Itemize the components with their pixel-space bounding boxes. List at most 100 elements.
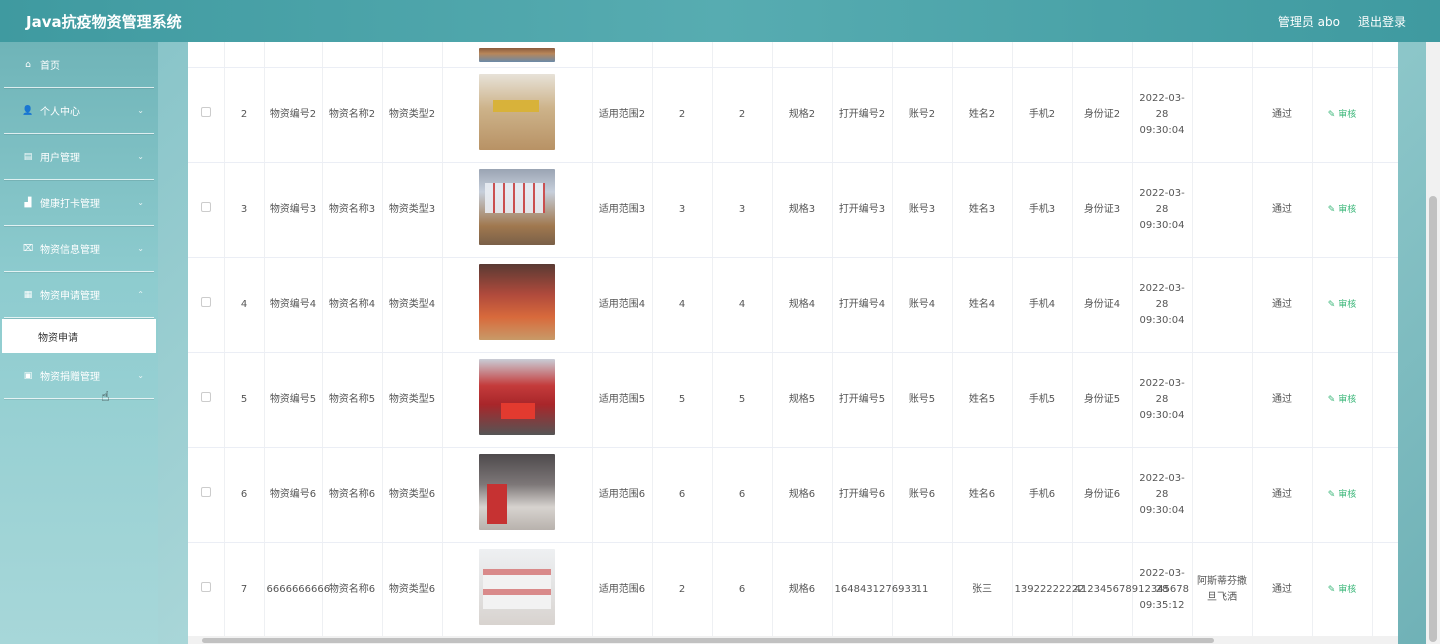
table-row: 6 物资编号6 物资名称6 物资类型6 适用范围6 6 6 规格6 打开编号6 … <box>188 447 1398 543</box>
cell-id-card: 身份证5 <box>1071 352 1132 448</box>
cell-supply-code: 物资编号4 <box>263 257 322 353</box>
cell-package-code: 打开编号4 <box>831 257 892 353</box>
cell-index: 5 <box>223 352 264 448</box>
cell-apply-time: 2022-03-28 09:30:04 <box>1131 352 1192 448</box>
cell-spec: 规格4 <box>771 257 832 353</box>
chevron-up-icon: ⌃ <box>137 290 144 299</box>
row-checkbox[interactable] <box>200 106 211 117</box>
cell-phone: 手机4 <box>1011 257 1072 353</box>
document-icon: ▤ <box>23 151 33 162</box>
cell-account: 账号6 <box>891 447 952 543</box>
row-checkbox[interactable] <box>200 391 211 402</box>
chevron-down-icon: ⌄ <box>137 244 144 253</box>
sidebar-item-user-management[interactable]: ▤ 用户管理 ⌄ <box>4 134 154 180</box>
vertical-scrollbar[interactable] <box>1426 42 1440 644</box>
cell-spec: 规格5 <box>771 352 832 448</box>
sidebar-item-label: 首页 <box>40 61 60 72</box>
hand-cursor-icon: ☝ <box>101 389 110 405</box>
horizontal-scrollbar[interactable] <box>188 636 1398 644</box>
cell-spec: 规格6 <box>771 542 832 639</box>
sidebar-item-supply-apply[interactable]: ▦ 物资申请管理 ⌃ <box>4 272 154 318</box>
sidebar-item-home[interactable]: ⌂ 首页 <box>4 42 154 88</box>
audit-button[interactable]: ✎ 审核 <box>1328 205 1357 215</box>
cell-person-name: 姓名4 <box>951 257 1012 353</box>
cell-apply-time: 2022-03-28 09:30:04 <box>1131 67 1192 163</box>
cell-quantity: 2 <box>651 542 712 639</box>
app-title: Java抗疫物资管理系统 <box>26 12 182 31</box>
box-icon: ⌧ <box>22 243 34 254</box>
cell-scope: 适用范围6 <box>591 542 652 639</box>
cell-supply-type: 物资类型2 <box>381 67 442 163</box>
row-checkbox[interactable] <box>200 582 211 592</box>
cell-scope: 适用范围3 <box>591 162 652 258</box>
supply-image <box>479 168 555 245</box>
edit-icon: ✎ <box>1327 109 1336 120</box>
cell-supply-name: 物资名称4 <box>321 257 382 353</box>
sidebar-item-label: 物资申请管理 <box>40 291 100 302</box>
cell-phone: 手机5 <box>1011 352 1072 448</box>
cell-account: 账号5 <box>891 352 952 448</box>
audit-button[interactable]: ✎ 审核 <box>1328 300 1357 310</box>
sidebar-item-supply-donation[interactable]: ▣ 物资捐赠管理 ⌄ <box>4 353 154 399</box>
cell-note <box>1191 162 1252 258</box>
cell-index: 7 <box>223 542 264 639</box>
horizontal-scrollbar-thumb[interactable] <box>202 638 1214 643</box>
supply-image <box>479 549 555 625</box>
table-row: 3 物资编号3 物资名称3 物资类型3 适用范围3 3 3 规格3 打开编号3 … <box>188 162 1398 258</box>
cell-supply-name: 物资名称2 <box>321 67 382 163</box>
cell-supply-type: 物资类型6 <box>381 447 442 543</box>
sidebar-item-label: 物资信息管理 <box>40 245 100 256</box>
table-row: 4 物资编号4 物资名称4 物资类型4 适用范围4 4 4 规格4 打开编号4 … <box>188 257 1398 353</box>
cell-apply-time: 2022-03-28 09:30:04 <box>1131 257 1192 353</box>
cell-quantity: 4 <box>651 257 712 353</box>
audit-button[interactable]: ✎ 审核 <box>1328 395 1357 405</box>
cell-quantity: 2 <box>651 67 712 163</box>
cell-supply-code: 物资编号3 <box>263 162 322 258</box>
cell-index: 6 <box>223 447 264 543</box>
row-checkbox[interactable] <box>200 201 211 212</box>
cell-scope: 适用范围2 <box>591 67 652 163</box>
cell-scope: 适用范围6 <box>591 447 652 543</box>
vertical-scrollbar-thumb[interactable] <box>1429 196 1437 642</box>
cell-phone: 手机3 <box>1011 162 1072 258</box>
cell-quantity: 5 <box>651 352 712 448</box>
audit-button[interactable]: ✎ 审核 <box>1328 585 1357 595</box>
cell-quantity: 6 <box>651 447 712 543</box>
cell-supply-code: 6666666666 <box>263 542 330 639</box>
cell-id-card: 身份证3 <box>1071 162 1132 258</box>
cell-apply-quantity: 6 <box>711 542 772 639</box>
sidebar-item-label: 物资捐赠管理 <box>40 372 100 383</box>
cell-scope: 适用范围5 <box>591 352 652 448</box>
cell-status: 通过 <box>1251 257 1312 353</box>
supply-apply-table: 2 物资编号2 物资名称2 物资类型2 适用范围2 2 2 规格2 打开编号2 … <box>188 42 1398 639</box>
supply-image <box>479 358 555 435</box>
submenu-item-supply-apply[interactable]: 物资申请 <box>2 319 156 353</box>
cell-person-name: 姓名3 <box>951 162 1012 258</box>
cell-supply-type: 物资类型4 <box>381 257 442 353</box>
row-checkbox[interactable] <box>200 296 211 307</box>
edit-icon: ✎ <box>1327 489 1336 500</box>
cell-person-name: 张三 <box>951 542 1012 639</box>
cell-supply-code: 物资编号6 <box>263 447 322 543</box>
row-checkbox[interactable] <box>200 486 211 497</box>
sidebar: ⌂ 首页 👤 个人中心 ⌄ ▤ 用户管理 ⌄ ▟ 健康打卡管理 ⌄ ⌧ 物资信息… <box>0 42 158 644</box>
cell-supply-type: 物资类型6 <box>381 542 442 639</box>
main-content: 2 物资编号2 物资名称2 物资类型2 适用范围2 2 2 规格2 打开编号2 … <box>188 42 1398 644</box>
logout-button[interactable]: 退出登录 <box>1358 13 1406 30</box>
sidebar-item-supply-info[interactable]: ⌧ 物资信息管理 ⌄ <box>4 226 154 272</box>
audit-button[interactable]: ✎ 审核 <box>1328 490 1357 500</box>
cell-account: 账号3 <box>891 162 952 258</box>
sidebar-item-personal-center[interactable]: 👤 个人中心 ⌄ <box>4 88 154 134</box>
sidebar-item-health-checkin[interactable]: ▟ 健康打卡管理 ⌄ <box>4 180 154 226</box>
audit-button[interactable]: ✎ 审核 <box>1328 110 1357 120</box>
cell-account: 账号2 <box>891 67 952 163</box>
cell-note <box>1191 257 1252 353</box>
admin-user-label: 管理员 abo <box>1277 14 1340 29</box>
cell-supply-name: 物资名称6 <box>321 542 382 639</box>
cell-apply-quantity: 6 <box>711 447 772 543</box>
cell-package-code: 打开编号3 <box>831 162 892 258</box>
cell-supply-code: 物资编号5 <box>263 352 322 448</box>
cell-quantity: 3 <box>651 162 712 258</box>
user-icon: 👤 <box>22 105 34 116</box>
cell-status: 通过 <box>1251 67 1312 163</box>
